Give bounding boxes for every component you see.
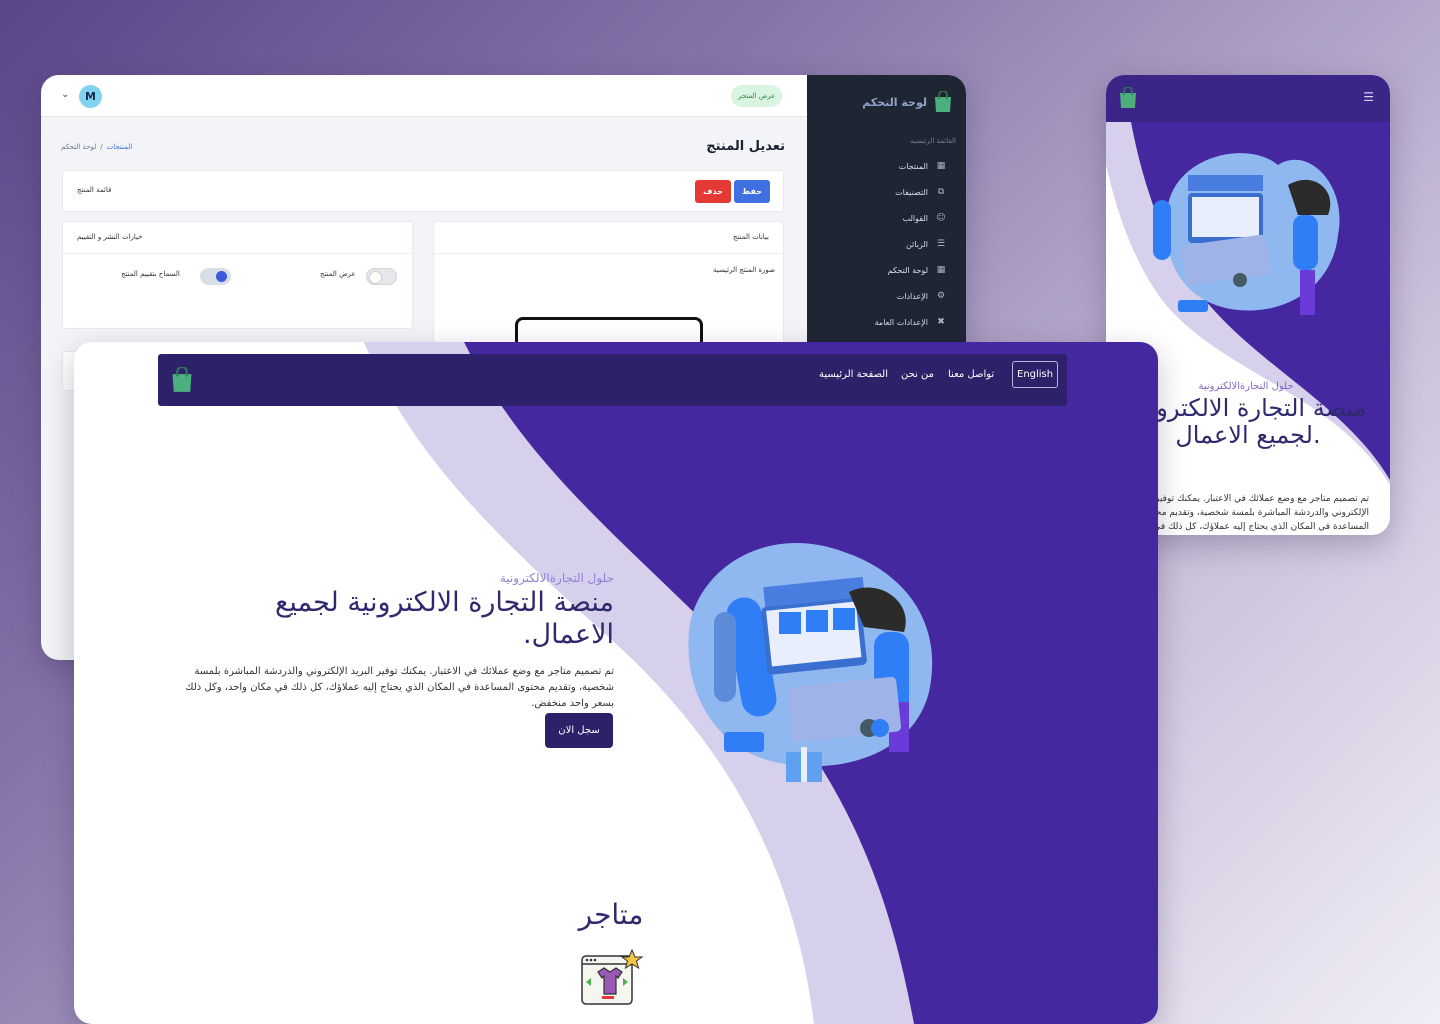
product-list-label: قائمة المنتج: [77, 186, 112, 194]
stores-section-title: متاجر: [578, 898, 644, 931]
show-product-label: عرض المنتج: [320, 270, 356, 278]
tools-icon: ✖: [937, 317, 945, 327]
sidebar-item-label: لوحة التحكم: [887, 265, 928, 275]
sidebar-item-products[interactable]: ▦ المنتجات: [899, 161, 946, 171]
sidebar-item-dashboard[interactable]: ▦ لوحة التحكم: [888, 265, 946, 275]
sidebar-item-customers[interactable]: ☰ الزبائن: [906, 239, 946, 249]
shopping-bag-icon: [935, 91, 951, 112]
shopping-bag-icon[interactable]: [170, 367, 194, 393]
shop-illustration: [1153, 153, 1340, 315]
toggle-knob: [216, 271, 227, 282]
user-icon: ☺: [936, 213, 946, 223]
sidebar-item-general-settings[interactable]: ✖ الإعدادات العامة: [875, 317, 946, 327]
nav-contact[interactable]: تواصل معنا: [948, 369, 994, 380]
breadcrumb-products[interactable]: المنتجات: [107, 143, 133, 151]
hero-eyebrow: حلول التجارةالالكترونية: [499, 571, 614, 585]
chevron-down-icon[interactable]: ⌄: [61, 89, 69, 100]
table-icon: ▦: [936, 265, 946, 275]
list-icon: ☰: [936, 239, 946, 249]
toggle-knob: [370, 272, 381, 283]
sidebar-item-label: الإعدادات: [896, 291, 928, 301]
main-image-label: صورة المنتج الرئيسية: [712, 266, 775, 274]
view-store-button[interactable]: عرض المتجر: [731, 85, 783, 107]
sidebar-item-templates[interactable]: ☺ القوالب: [903, 213, 946, 223]
panel-divider: [434, 253, 783, 254]
hero-title: منصة التجارة الالكترونية لجميع الاعمال.: [274, 587, 614, 650]
shop-illustration: [688, 543, 933, 782]
shopping-bag-icon[interactable]: [1118, 87, 1138, 109]
sidebar-item-label: الزبائن: [905, 239, 928, 249]
online-store-icon: [581, 948, 644, 1005]
hero-description: تم تصميم متاجر مع وضع عملائك في الاعتبار…: [185, 666, 614, 709]
publish-options-panel: خيارات النشر و التقييم عرض المنتج السماح…: [62, 221, 413, 329]
allow-rating-toggle[interactable]: [200, 268, 231, 285]
product-data-panel: بيانات المنتج صورة المنتج الرئيسية: [433, 221, 784, 361]
english-language-button[interactable]: English: [1012, 361, 1059, 388]
page-title: تعديل المنتج: [706, 139, 785, 154]
grid-icon: ▦: [936, 161, 946, 171]
nav-about[interactable]: من نحن: [901, 369, 934, 380]
panel-divider: [63, 253, 412, 254]
allow-rating-label: السماح بتقييم المنتج: [121, 270, 180, 278]
sidebar-item-label: التصنيفات: [895, 187, 928, 197]
breadcrumb-home[interactable]: لوحة التحكم: [61, 143, 96, 151]
gear-icon: ⚙: [936, 291, 946, 301]
delete-button[interactable]: حذف: [695, 180, 731, 203]
sidebar-item-label: الإعدادات العامة: [874, 317, 928, 327]
sidebar-section-label: القائمة الرئيسية: [910, 137, 956, 145]
dashboard-topbar: ⌄ M عرض المتجر: [41, 75, 807, 117]
save-button[interactable]: حفظ: [734, 180, 770, 203]
sidebar-item-label: المنتجات: [898, 161, 928, 171]
show-product-toggle[interactable]: [366, 268, 397, 285]
sidebar-item-categories[interactable]: ⧉ التصنيفات: [895, 187, 946, 197]
panel-title: بيانات المنتج: [733, 233, 769, 241]
avatar[interactable]: M: [79, 85, 102, 108]
breadcrumb: المنتجات / لوحة التحكم: [61, 143, 132, 151]
toolbar-panel: قائمة المنتج حذف حفظ: [62, 170, 784, 212]
mobile-eyebrow: حلول التجارةالالكترونية: [1198, 381, 1294, 392]
sidebar-item-settings[interactable]: ⚙ الإعدادات: [897, 291, 946, 301]
signup-now-button[interactable]: سجل الان: [545, 713, 613, 748]
mobile-navbar: ☰: [1106, 75, 1390, 122]
landing-navbar: English تواصل معنا من نحن الصفحة الرئيسي…: [158, 354, 1067, 406]
landing-page-preview: English تواصل معنا من نحن الصفحة الرئيسي…: [74, 342, 1158, 1024]
hamburger-icon[interactable]: ☰: [1363, 90, 1374, 104]
brand-label: لوحة التحكم: [862, 95, 927, 109]
sidebar-brand[interactable]: لوحة التحكم: [862, 91, 953, 113]
breadcrumb-separator: /: [100, 143, 103, 151]
panel-title: خيارات النشر و التقييم: [77, 233, 143, 241]
sidebar-item-label: القوالب: [902, 213, 928, 223]
nav-home[interactable]: الصفحة الرئيسية: [819, 369, 888, 380]
tag-icon: ⧉: [937, 187, 945, 197]
